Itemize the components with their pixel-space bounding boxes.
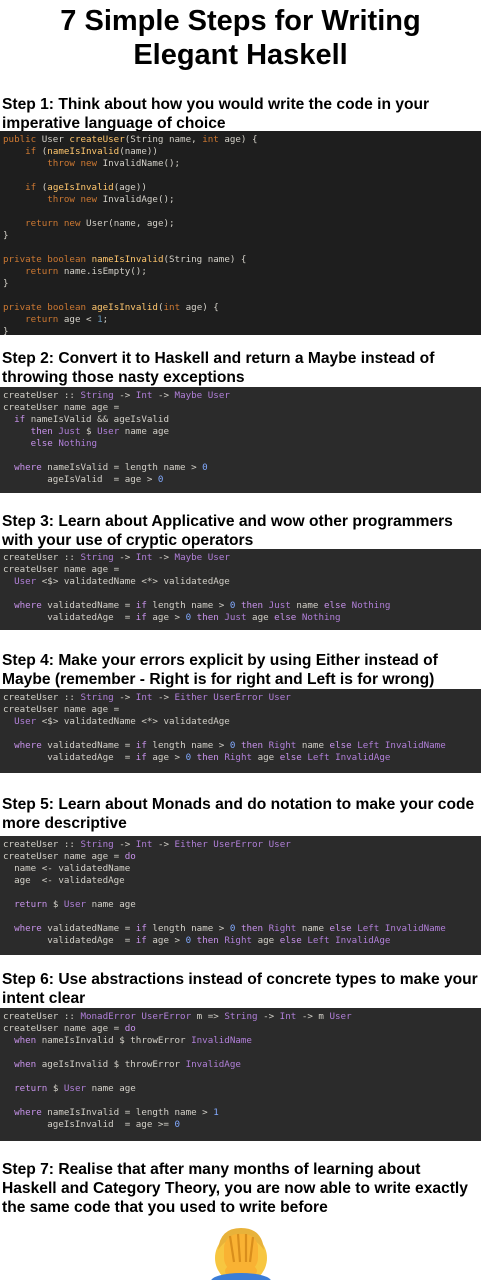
face-palm-emoji	[211, 1228, 271, 1280]
code-line: where nameIsValid = length name > 0	[14, 462, 208, 473]
code-line: where nameIsInvalid = length name > 1	[14, 1107, 219, 1118]
code-line: when nameIsInvalid $ throwError InvalidN…	[14, 1035, 252, 1046]
code-line: User <$> validatedName <*> validatedAge	[14, 716, 230, 727]
code-line: throw new InvalidName();	[47, 158, 181, 169]
code-line: return name.isEmpty();	[25, 266, 147, 277]
code-line: when ageIsInvalid $ throwError InvalidAg…	[14, 1059, 241, 1070]
code-line: if nameIsValid && ageIsValid	[14, 414, 169, 425]
code-line: createUser name age =	[3, 564, 120, 575]
code-line: createUser name age =	[3, 704, 120, 715]
code-line: return $ User name age	[14, 1083, 136, 1094]
code-line: return age < 1;	[25, 314, 109, 325]
step-4-heading: Step 4: Make your errors explicit by usi…	[2, 652, 438, 688]
step-3-heading: Step 3: Learn about Applicative and wow …	[2, 513, 453, 549]
page-title: 7 Simple Steps for Writing Elegant Haske…	[0, 4, 481, 72]
code-block-haskell-maybe: createUser :: String -> Int -> Maybe Use…	[0, 387, 481, 493]
step-6-heading: Step 6: Use abstractions instead of conc…	[2, 971, 478, 1007]
code-line: validatedAge = if age > 0 then Just age …	[3, 612, 341, 623]
code-line: createUser name age =	[3, 402, 120, 413]
title-line-1: 7 Simple Steps for Writing	[60, 5, 421, 37]
code-block-java: public User createUser(String name, int …	[0, 131, 481, 335]
code-line: }	[3, 278, 9, 289]
code-line: private boolean ageIsInvalid(int age) {	[3, 302, 219, 313]
code-line: age <- validatedAge	[3, 875, 125, 886]
code-line: return $ User name age	[14, 899, 136, 910]
code-line: ageIsInvalid = age >= 0	[3, 1119, 181, 1130]
code-line: throw new InvalidAge();	[47, 194, 175, 205]
code-line: ageIsValid = age > 0	[3, 474, 164, 485]
code-block-either: createUser :: String -> Int -> Either Us…	[0, 689, 481, 773]
step-1-heading: Step 1: Think about how you would write …	[2, 96, 430, 132]
code-line: }	[3, 326, 9, 335]
code-line: then Just $ User name age	[30, 426, 170, 437]
code-line: where validatedName = if length name > 0…	[14, 923, 446, 934]
code-line: createUser name age = do	[3, 851, 136, 862]
code-line: createUser :: String -> Int -> Maybe Use…	[3, 390, 230, 401]
code-block-monaderror: createUser :: MonadError UserError m => …	[0, 1008, 481, 1141]
code-line: if (ageIsInvalid(age))	[25, 182, 147, 193]
code-line: createUser :: String -> Int -> Either Us…	[3, 839, 291, 850]
code-line: validatedAge = if age > 0 then Right age…	[3, 752, 391, 763]
code-line: }	[3, 230, 9, 241]
code-line: return new User(name, age);	[25, 218, 175, 229]
step-7-heading: Step 7: Realise that after many months o…	[2, 1161, 468, 1216]
code-line: createUser :: String -> Int -> Maybe Use…	[3, 552, 230, 563]
code-line: else Nothing	[30, 438, 98, 449]
title-line-2: Elegant Haskell	[133, 39, 348, 71]
code-line: name <- validatedName	[3, 863, 131, 874]
code-line: where validatedName = if length name > 0…	[14, 600, 391, 611]
code-line: private boolean nameIsInvalid(String nam…	[3, 254, 247, 265]
code-line: if (nameIsInvalid(name))	[25, 146, 158, 157]
step-5-heading: Step 5: Learn about Monads and do notati…	[2, 796, 475, 832]
code-line: createUser :: MonadError UserError m => …	[3, 1011, 352, 1022]
code-line: createUser name age = do	[3, 1023, 136, 1034]
code-line: validatedAge = if age > 0 then Right age…	[3, 935, 391, 946]
code-block-applicative: createUser :: String -> Int -> Maybe Use…	[0, 549, 481, 630]
code-line: User <$> validatedName <*> validatedAge	[14, 576, 230, 587]
code-line: public User createUser(String name, int …	[3, 134, 258, 145]
step-2-heading: Step 2: Convert it to Haskell and return…	[2, 350, 435, 386]
code-line: where validatedName = if length name > 0…	[14, 740, 446, 751]
code-line: createUser :: String -> Int -> Either Us…	[3, 692, 291, 703]
code-block-do-notation: createUser :: String -> Int -> Either Us…	[0, 836, 481, 955]
